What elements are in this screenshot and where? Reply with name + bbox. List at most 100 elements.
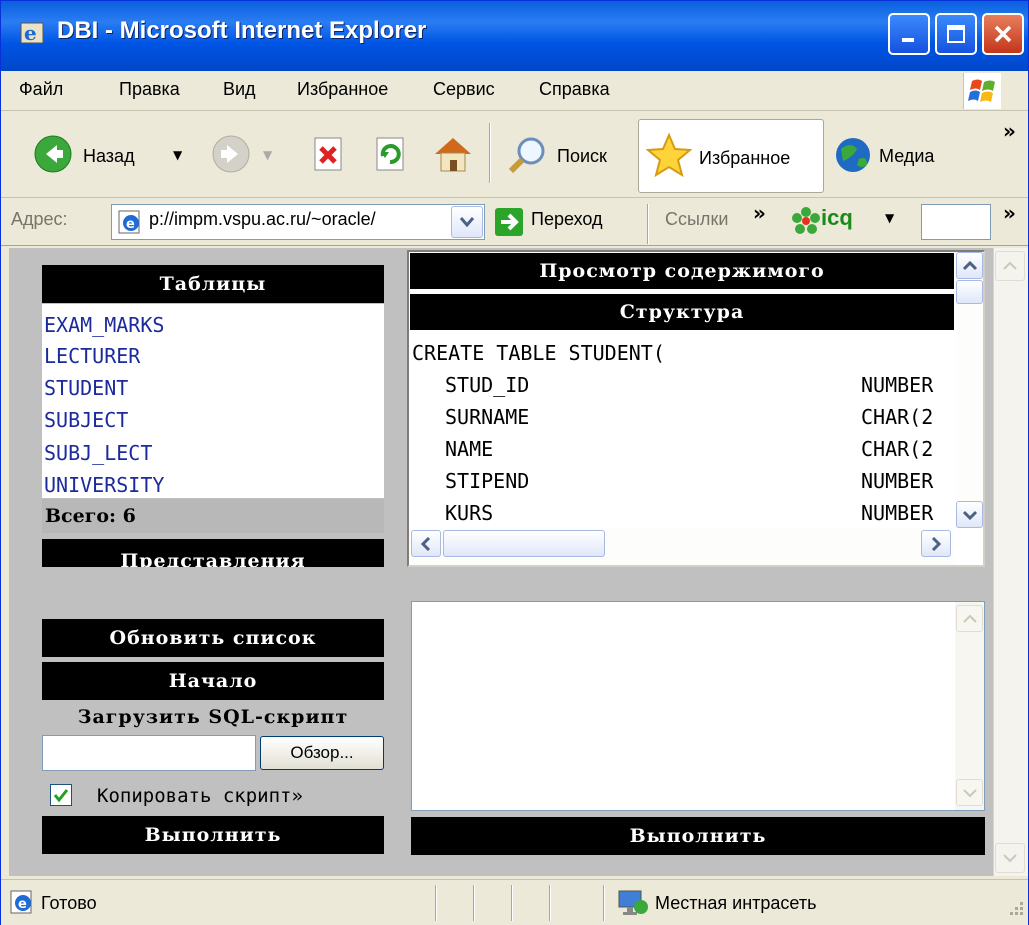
back-arrow-icon[interactable] xyxy=(33,134,73,174)
column-name: STIPEND xyxy=(445,469,530,493)
sql-script-textarea[interactable] xyxy=(411,601,985,811)
tables-total-label: Всего: 6 xyxy=(45,505,136,527)
forward-arrow-icon[interactable] xyxy=(211,134,251,174)
back-dropdown-arrow-icon[interactable]: ▼ xyxy=(173,148,182,162)
icq-search-input[interactable] xyxy=(921,204,991,240)
column-type: CHAR(2 xyxy=(861,437,934,461)
column-name: NAME xyxy=(445,437,494,461)
resize-grip-icon[interactable] xyxy=(1005,899,1025,919)
status-page-icon: e xyxy=(9,889,35,915)
search-button[interactable]: Поиск xyxy=(557,146,607,167)
page-scroll-up-arrow-icon[interactable] xyxy=(995,251,1025,281)
create-table-line: CREATE TABLE STUDENT( xyxy=(412,341,665,365)
browse-button[interactable]: Обзор... xyxy=(260,736,384,770)
close-button[interactable] xyxy=(982,13,1024,55)
views-header-clip: Представления xyxy=(42,539,384,567)
load-sql-script-label: Загрузить SQL-скрипт xyxy=(77,706,349,728)
page-scroll-down-arrow-icon[interactable] xyxy=(995,843,1025,873)
structure-scroll-right-arrow-icon[interactable] xyxy=(921,530,951,557)
status-separator xyxy=(435,885,437,921)
refresh-list-button[interactable]: Обновить список xyxy=(42,619,384,657)
back-button[interactable]: Назад xyxy=(83,146,135,167)
status-text: Готово xyxy=(41,893,97,913)
tables-header: Таблицы xyxy=(42,265,384,303)
menu-tools[interactable]: Сервис xyxy=(433,79,495,100)
address-more-button[interactable]: » xyxy=(1003,201,1016,225)
table-link-subj-lect[interactable]: SUBJ_LECT xyxy=(44,441,152,465)
title-bar: e DBI - Microsoft Internet Explorer xyxy=(1,1,1028,71)
maximize-button[interactable] xyxy=(935,13,977,55)
svg-text:e: e xyxy=(18,897,27,912)
stop-icon[interactable] xyxy=(309,134,349,174)
column-type: CHAR(2 xyxy=(861,405,934,429)
icq-flower-icon[interactable] xyxy=(791,206,821,236)
table-link-subject[interactable]: SUBJECT xyxy=(44,408,128,432)
structure-horizontal-thumb[interactable] xyxy=(443,530,605,557)
address-dropdown-chevron-down-icon[interactable] xyxy=(451,206,483,238)
status-separator xyxy=(549,885,551,921)
column-name: SURNAME xyxy=(445,405,530,429)
browser-window: e DBI - Microsoft Internet Explorer Файл… xyxy=(0,0,1029,925)
minimize-button[interactable] xyxy=(888,13,930,55)
go-arrow-icon[interactable] xyxy=(495,208,523,236)
windows-logo-icon xyxy=(963,73,1001,109)
table-link-university[interactable]: UNIVERSITY xyxy=(44,473,164,497)
home-button[interactable]: Начало xyxy=(42,662,384,700)
menu-help[interactable]: Справка xyxy=(539,79,610,100)
page-vertical-scrollbar[interactable] xyxy=(993,248,1028,876)
structure-scroll-down-arrow-icon[interactable] xyxy=(956,501,983,528)
svg-text:e: e xyxy=(24,21,37,45)
left-execute-button[interactable]: Выполнить xyxy=(42,816,384,854)
status-separator xyxy=(473,885,475,921)
links-more-button[interactable]: » xyxy=(753,201,766,225)
menu-view[interactable]: Вид xyxy=(223,79,256,100)
structure-header: Структура xyxy=(410,294,954,330)
views-header: Представления xyxy=(42,539,384,567)
favorites-label: Избранное xyxy=(699,148,791,168)
structure-vertical-thumb[interactable] xyxy=(956,280,983,304)
toolbar-separator xyxy=(489,123,491,183)
table-link-exam-marks[interactable]: EXAM_MARKS xyxy=(44,313,164,337)
column-type: NUMBER xyxy=(861,501,934,525)
column-name: KURS xyxy=(445,501,494,525)
links-label[interactable]: Ссылки xyxy=(665,209,728,230)
sql-scroll-up-arrow-icon[interactable] xyxy=(956,605,983,632)
copy-script-checkbox[interactable] xyxy=(50,784,72,806)
menu-file[interactable]: Файл xyxy=(19,79,63,100)
address-label: Адрес: xyxy=(11,209,68,229)
sql-file-input[interactable] xyxy=(42,735,256,771)
column-type: NUMBER xyxy=(861,373,934,397)
structure-scroll-up-arrow-icon[interactable] xyxy=(956,252,983,279)
search-icon[interactable] xyxy=(505,133,549,177)
status-separator xyxy=(603,885,605,921)
menu-favorites[interactable]: Избранное xyxy=(297,79,388,100)
refresh-icon[interactable] xyxy=(371,134,411,174)
icq-dropdown-arrow-icon[interactable]: ▼ xyxy=(885,211,894,225)
table-link-student[interactable]: STUDENT xyxy=(44,376,128,400)
go-button[interactable]: Переход xyxy=(531,209,603,230)
ie-logo-icon: e xyxy=(19,19,47,47)
star-icon xyxy=(645,132,693,178)
intranet-zone-icon xyxy=(615,887,649,917)
window-title: DBI - Microsoft Internet Explorer xyxy=(57,17,427,44)
sql-scroll-down-arrow-icon[interactable] xyxy=(956,779,983,806)
toolbar-more-button[interactable]: » xyxy=(1003,119,1016,143)
address-separator xyxy=(647,204,649,244)
column-name: STUD_ID xyxy=(445,373,530,397)
page-icon: e xyxy=(117,209,143,235)
right-execute-button[interactable]: Выполнить xyxy=(411,817,985,855)
status-separator xyxy=(511,885,513,921)
column-type: NUMBER xyxy=(861,469,934,493)
media-button[interactable]: Медиа xyxy=(879,146,934,167)
home-icon[interactable] xyxy=(431,132,475,176)
media-globe-icon[interactable] xyxy=(833,133,877,177)
status-bar xyxy=(1,879,1028,925)
security-zone-text: Местная интрасеть xyxy=(655,893,817,913)
menu-edit[interactable]: Правка xyxy=(119,79,180,100)
table-link-lecturer[interactable]: LECTURER xyxy=(44,344,140,368)
structure-scroll-left-arrow-icon[interactable] xyxy=(411,530,441,557)
svg-text:e: e xyxy=(126,217,135,232)
icq-button[interactable]: icq xyxy=(821,205,853,231)
address-url: p://impm.vspu.ac.ru/~oracle/ xyxy=(149,209,376,229)
forward-dropdown-arrow-icon[interactable]: ▼ xyxy=(263,148,272,162)
